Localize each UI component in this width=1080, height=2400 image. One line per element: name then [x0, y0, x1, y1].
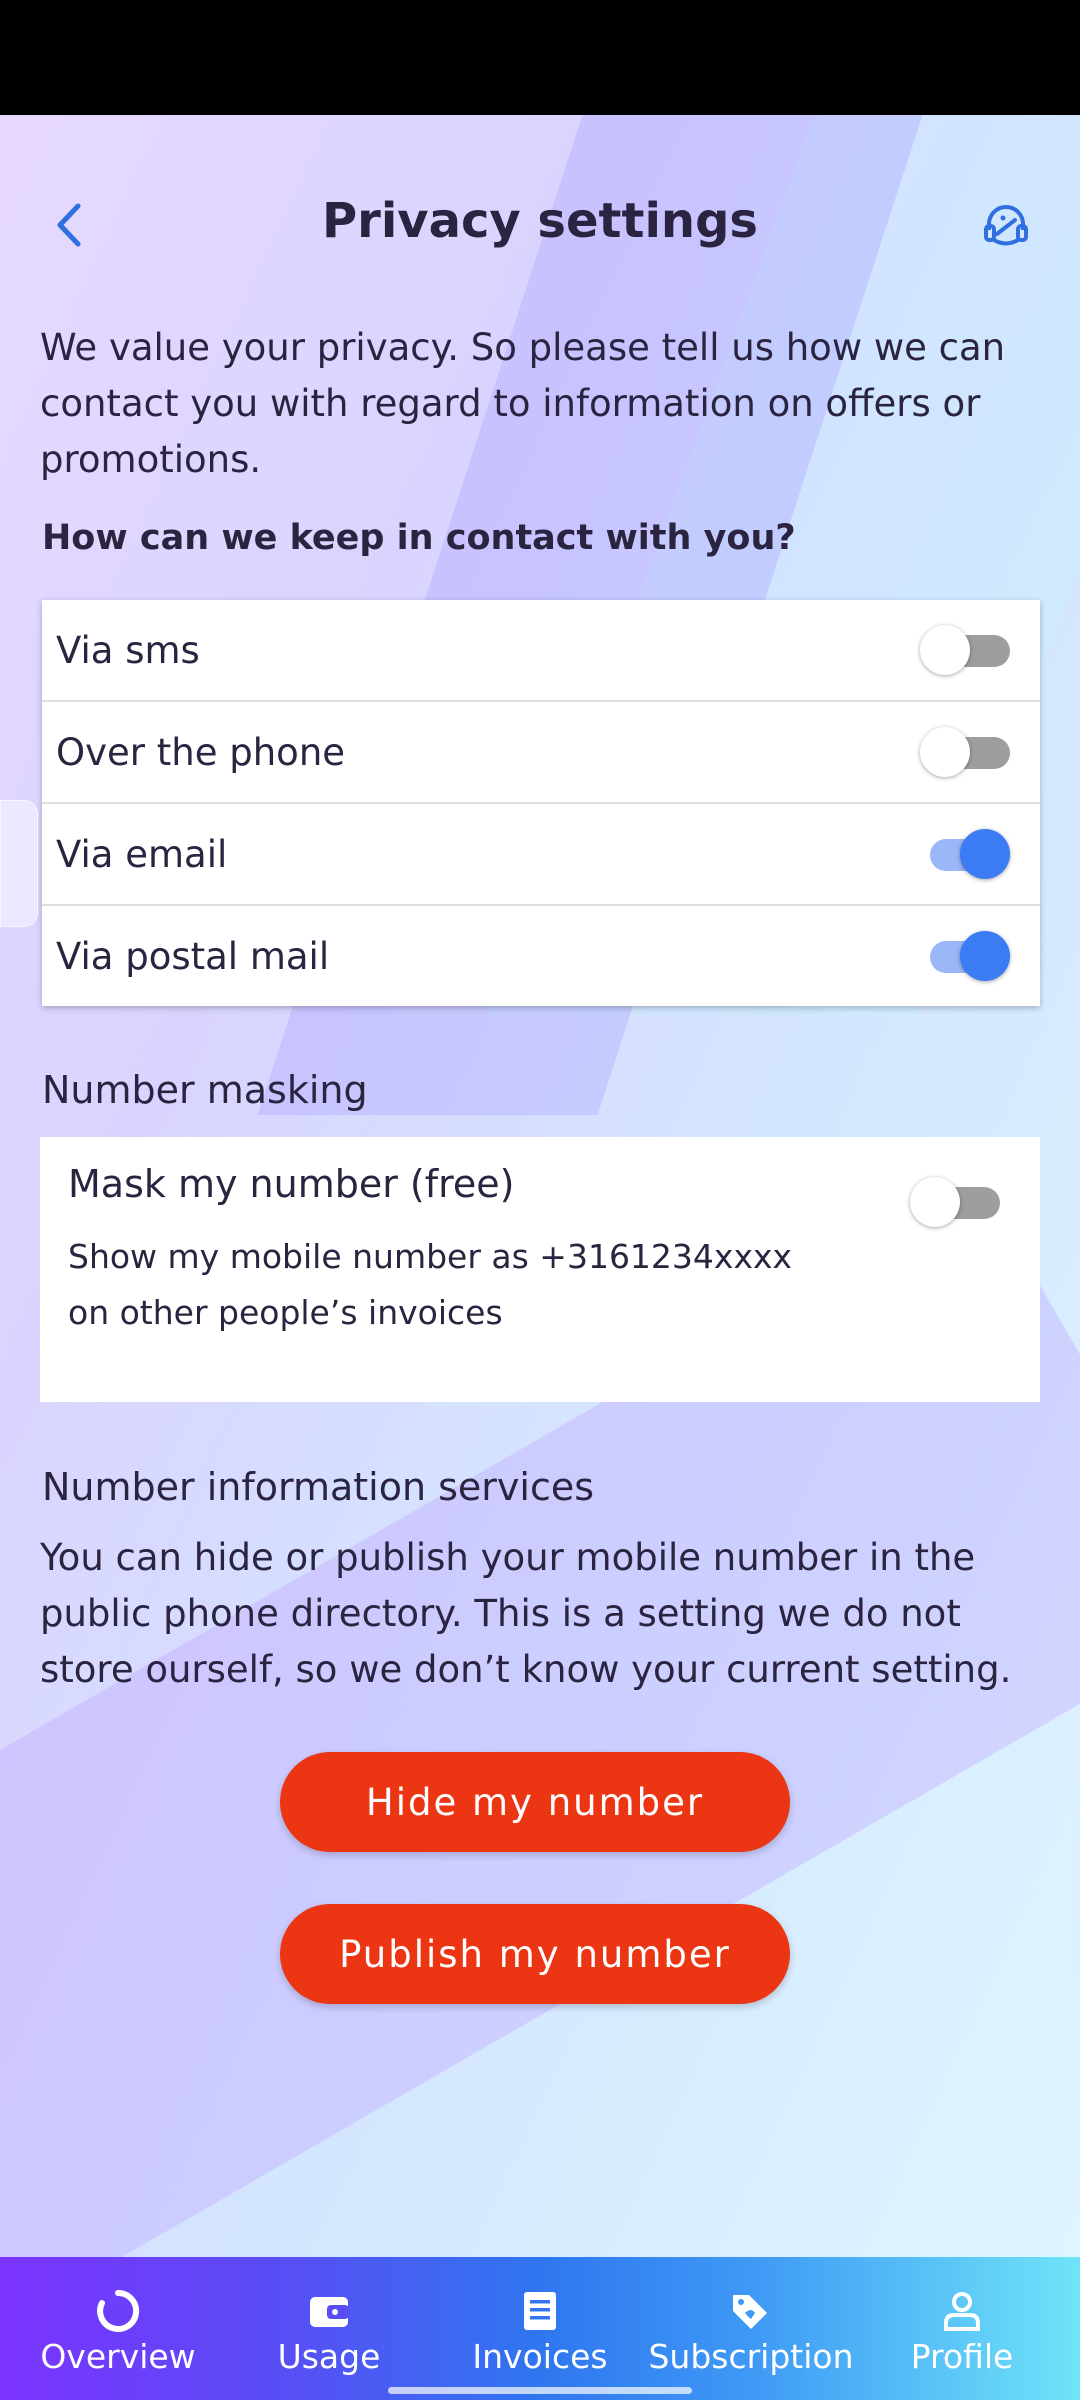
nis-text: You can hide or publish your mobile numb…: [40, 1536, 1012, 1691]
contact-option-postal: Via postal mail: [42, 906, 1040, 1006]
mask-number-card: Mask my number (free) Show my mobile num…: [40, 1137, 1040, 1402]
option-label: Over the phone: [56, 730, 346, 774]
sms-toggle[interactable]: [920, 625, 1010, 675]
status-bar: [0, 0, 1080, 115]
nav-label: Subscription: [648, 2337, 854, 2376]
nav-label: Overview: [40, 2337, 196, 2376]
home-indicator: [388, 2387, 692, 2394]
contact-options-card: Via sms Over the phone Via email Via pos…: [42, 600, 1040, 1006]
hide-number-button[interactable]: Hide my number: [280, 1752, 790, 1852]
nav-item-invoices[interactable]: Invoices: [432, 2257, 648, 2400]
option-label: Via postal mail: [56, 934, 330, 978]
mask-description: Show my mobile number as +3161234xxxx on…: [68, 1237, 793, 1332]
bottom-nav: Overview Usage Invoices Subscription Pro…: [0, 2257, 1080, 2400]
nav-item-subscription[interactable]: Subscription: [643, 2257, 859, 2400]
contact-option-email: Via email: [42, 804, 1040, 906]
nav-label: Invoices: [472, 2337, 608, 2376]
intro-text: We value your privacy. So please tell us…: [40, 326, 1006, 481]
contact-option-sms: Via sms: [42, 600, 1040, 702]
contact-heading: How can we keep in contact with you?: [42, 518, 796, 558]
overview-icon: [96, 2289, 140, 2333]
nav-item-usage[interactable]: Usage: [221, 2257, 437, 2400]
option-label: Via sms: [56, 628, 200, 672]
nav-label: Usage: [277, 2337, 381, 2376]
edge-handle[interactable]: [0, 800, 38, 927]
support-button[interactable]: [978, 197, 1034, 253]
wallet-icon: [307, 2289, 351, 2333]
publish-number-button[interactable]: Publish my number: [280, 1904, 790, 2004]
headset-icon: [984, 205, 1028, 246]
mask-number-toggle[interactable]: [910, 1177, 1000, 1227]
mask-title: Mask my number (free): [68, 1162, 515, 1206]
nav-label: Profile: [910, 2337, 1014, 2376]
invoice-icon: [518, 2289, 562, 2333]
profile-icon: [940, 2289, 984, 2333]
page-title: Privacy settings: [321, 193, 758, 249]
header: Privacy settings: [0, 185, 1080, 265]
nav-item-overview[interactable]: Overview: [10, 2257, 226, 2400]
nav-item-profile[interactable]: Profile: [854, 2257, 1070, 2400]
nis-heading: Number information services: [42, 1465, 595, 1509]
email-toggle[interactable]: [920, 829, 1010, 879]
option-label: Via email: [56, 832, 228, 876]
phone-toggle[interactable]: [920, 727, 1010, 777]
postal-toggle[interactable]: [920, 931, 1010, 981]
masking-heading: Number masking: [42, 1068, 368, 1112]
contact-option-phone: Over the phone: [42, 702, 1040, 804]
tag-icon: [729, 2289, 773, 2333]
